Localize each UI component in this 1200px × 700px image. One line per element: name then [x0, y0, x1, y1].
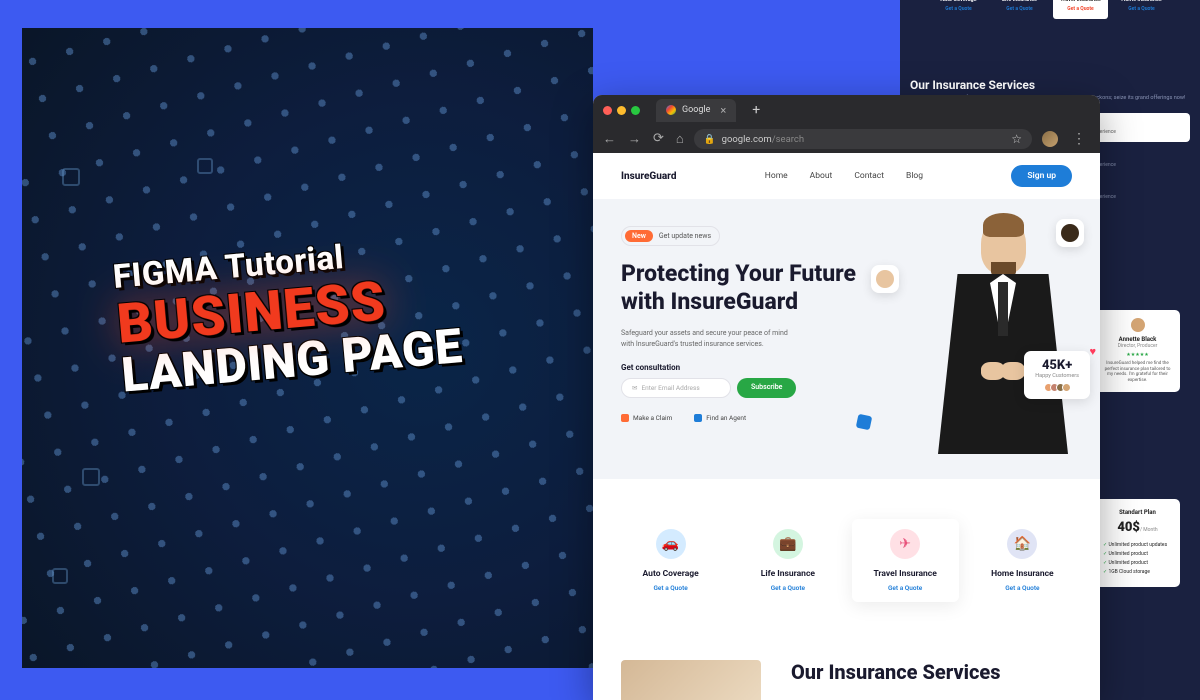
stat-number: 45K+: [1035, 358, 1079, 373]
new-badge: New: [625, 230, 653, 242]
claim-icon: [621, 414, 629, 422]
traffic-lights: [603, 106, 640, 115]
minimize-window-button[interactable]: [617, 106, 626, 115]
favicon-icon: [666, 105, 676, 115]
browser-chrome: Google × + ← → ⟳ ⌂ 🔒 google.com/search ☆…: [593, 95, 1100, 153]
url-path: /search: [772, 134, 804, 145]
mini-feature-card: Auto CoverageGet a Quote: [931, 0, 986, 19]
pricing-card: Standart Plan 40$/ Month Unlimited produ…: [1095, 499, 1180, 587]
close-tab-button[interactable]: ×: [720, 104, 726, 117]
stats-card: ♥ 45K+ Happy Customers: [1024, 351, 1090, 399]
quote-link[interactable]: Get a Quote: [621, 584, 720, 592]
nav-link-about[interactable]: About: [810, 171, 833, 181]
address-bar[interactable]: 🔒 google.com/search ☆: [694, 129, 1032, 149]
hero-heading: Protecting Your Future with InsureGuard: [621, 260, 877, 316]
mini-feature-card-selected: Travel InsuranceGet a Quote: [1053, 0, 1108, 19]
agent-icon: [694, 414, 702, 422]
features-row: 🚗Auto CoverageGet a Quote 💼Life Insuranc…: [593, 479, 1100, 630]
house-icon: 🏠: [1007, 529, 1037, 559]
news-pill[interactable]: New Get update news: [621, 226, 720, 246]
nav-link-contact[interactable]: Contact: [854, 171, 884, 181]
plan-features: Unlimited product updates Unlimited prod…: [1103, 541, 1172, 577]
plan-name: Standart Plan: [1103, 509, 1172, 516]
feature-auto[interactable]: 🚗Auto CoverageGet a Quote: [617, 519, 724, 602]
heart-icon: ♥: [1089, 345, 1096, 358]
back-button[interactable]: ←: [603, 131, 616, 147]
hero-image-area: ♥ 45K+ Happy Customers: [877, 209, 1072, 459]
avatar-stack: [1035, 383, 1079, 392]
close-window-button[interactable]: [603, 106, 612, 115]
mail-icon: ✉: [632, 384, 637, 392]
profile-avatar[interactable]: [1042, 131, 1058, 147]
plan-period: / Month: [1140, 527, 1158, 533]
feature-home[interactable]: 🏠Home InsuranceGet a Quote: [969, 519, 1076, 602]
car-icon: 🚗: [656, 529, 686, 559]
feature-travel[interactable]: ✈Travel InsuranceGet a Quote: [852, 519, 959, 602]
email-placeholder: Enter Email Address: [641, 384, 699, 392]
webpage-content: InsureGuard Home About Contact Blog Sign…: [593, 153, 1100, 700]
services-heading: Our Insurance Services: [791, 660, 1001, 685]
floating-avatar: [871, 265, 899, 293]
testimonial-text: InsureGuard helped me find the perfect i…: [1103, 361, 1172, 384]
signup-button[interactable]: Sign up: [1011, 165, 1072, 187]
site-logo[interactable]: InsureGuard: [621, 171, 676, 182]
browser-window: Google × + ← → ⟳ ⌂ 🔒 google.com/search ☆…: [593, 95, 1100, 700]
url-host: google.com: [722, 134, 772, 145]
email-input[interactable]: ✉ Enter Email Address: [621, 378, 731, 398]
thumbnail-background: FIGMA Tutorial BUSINESS LANDING PAGE: [22, 28, 593, 668]
star-rating: ★★★★★: [1103, 352, 1172, 358]
nav-link-home[interactable]: Home: [765, 171, 788, 181]
mini-feature-card: Home InsuranceGet a Quote: [1114, 0, 1169, 19]
tab-title: Google: [682, 105, 710, 115]
deco-square: [856, 414, 873, 431]
reload-button[interactable]: ⟳: [653, 131, 664, 147]
testimonial-name: Annette Black: [1103, 336, 1172, 343]
site-navbar: InsureGuard Home About Contact Blog Sign…: [593, 153, 1100, 199]
subscribe-button[interactable]: Subscribe: [737, 378, 796, 398]
deco-square: [82, 468, 100, 486]
deco-square: [62, 168, 80, 186]
hero-subtext: Safeguard your assets and secure your pe…: [621, 328, 791, 349]
nav-links: Home About Contact Blog: [765, 171, 923, 181]
new-tab-button[interactable]: +: [744, 99, 768, 121]
deco-square: [52, 568, 68, 584]
maximize-window-button[interactable]: [631, 106, 640, 115]
plan-price: 40$: [1117, 520, 1140, 535]
forward-button[interactable]: →: [628, 131, 641, 147]
pill-text: Get update news: [659, 232, 711, 240]
services-heading: Our Insurance Services: [910, 78, 1190, 92]
deco-square: [197, 158, 213, 174]
plane-icon: ✈: [890, 529, 920, 559]
thumbnail-title: FIGMA Tutorial BUSINESS LANDING PAGE: [112, 228, 465, 398]
testimonial-role: Director, Producer: [1103, 343, 1172, 349]
find-agent-link[interactable]: Find an Agent: [694, 414, 746, 422]
bookmark-button[interactable]: ☆: [1011, 132, 1022, 146]
mini-feature-card: Life InsuranceGet a Quote: [992, 0, 1047, 19]
services-image: [621, 660, 761, 700]
briefcase-icon: 💼: [773, 529, 803, 559]
stat-label: Happy Customers: [1035, 373, 1079, 379]
home-button[interactable]: ⌂: [676, 131, 684, 147]
browser-tab[interactable]: Google ×: [656, 99, 736, 122]
avatar: [1131, 318, 1145, 332]
consultation-label: Get consultation: [621, 363, 877, 372]
quote-link[interactable]: Get a Quote: [973, 584, 1072, 592]
feature-life[interactable]: 💼Life InsuranceGet a Quote: [734, 519, 841, 602]
lock-icon: 🔒: [704, 134, 716, 145]
nav-link-blog[interactable]: Blog: [906, 171, 923, 181]
browser-menu-button[interactable]: ⋮: [1068, 131, 1090, 147]
hero-section: New Get update news Protecting Your Futu…: [593, 199, 1100, 479]
quote-link[interactable]: Get a Quote: [856, 584, 955, 592]
quote-link[interactable]: Get a Quote: [738, 584, 837, 592]
services-section: Our Insurance Services: [593, 630, 1100, 700]
testimonial-card: Annette Black Director, Producer ★★★★★ I…: [1095, 310, 1180, 392]
hero-person-image: [928, 219, 1078, 459]
make-claim-link[interactable]: Make a Claim: [621, 414, 672, 422]
